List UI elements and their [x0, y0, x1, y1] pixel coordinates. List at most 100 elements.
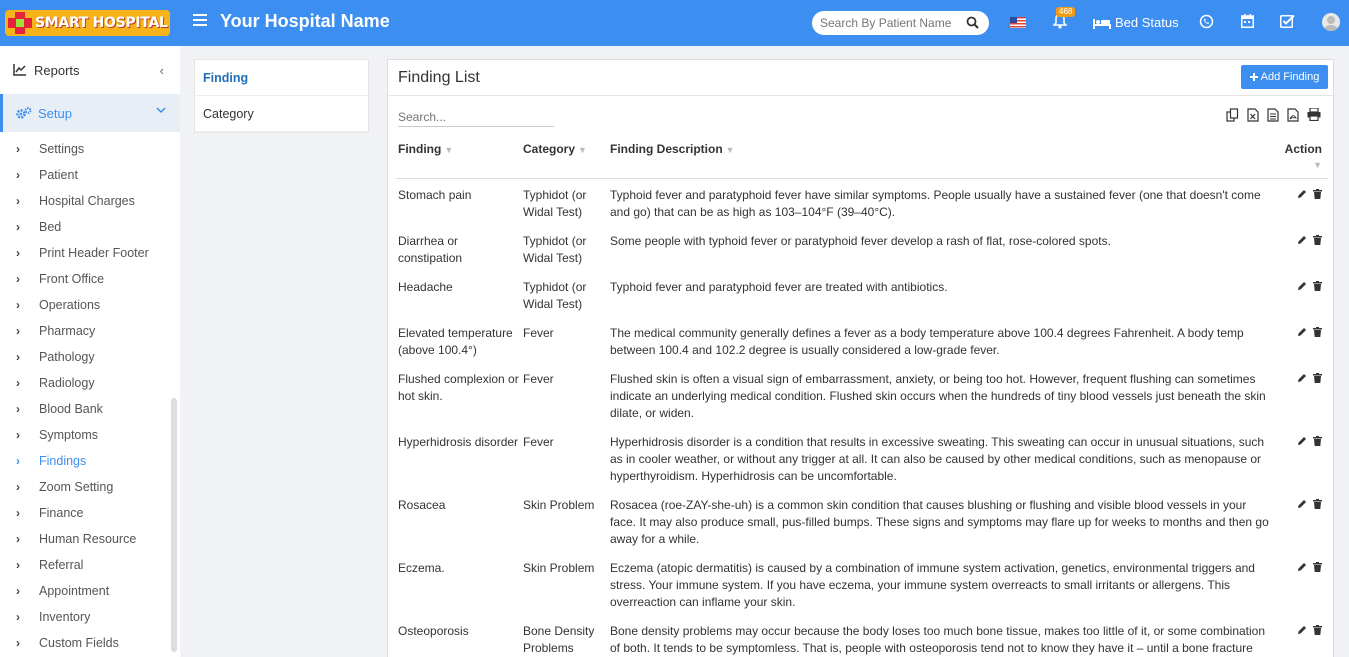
edit-pencil-icon[interactable] [1297, 499, 1307, 509]
table-search-input[interactable] [398, 108, 554, 127]
task-check-icon[interactable] [1280, 14, 1295, 28]
sidebar-item-referral[interactable]: › Referral [0, 552, 180, 578]
sidebar-item-inventory[interactable]: › Inventory [0, 604, 180, 630]
edit-pencil-icon[interactable] [1297, 189, 1307, 199]
cell-category: Skin Problem [523, 497, 595, 512]
sidebar-item-label: Pathology [39, 350, 95, 364]
delete-trash-icon[interactable] [1313, 326, 1322, 337]
delete-trash-icon[interactable] [1313, 435, 1322, 446]
column-header-action[interactable]: Action ▼ [1272, 136, 1328, 179]
finding-subnav: Finding Category [194, 59, 369, 133]
table-row: Flushed complexion or hot skin. Fever Flus… [396, 363, 1328, 426]
cell-finding: Headache [398, 279, 453, 294]
column-header-finding[interactable]: Finding ▼ [396, 136, 521, 179]
app-logo[interactable]: SMART HOSPITAL [5, 10, 170, 36]
cell-category: Bone Density Problems [523, 623, 595, 655]
sidebar-item-label: Appointment [39, 584, 110, 598]
sidebar-item-label: Findings [39, 454, 87, 468]
sidebar-item-zoom-setting[interactable]: › Zoom Setting [0, 474, 180, 500]
sidebar-item-label: Custom Fields [39, 636, 119, 650]
sidebar-item-human-resource[interactable]: › Human Resource [0, 526, 180, 552]
csv-icon[interactable] [1267, 108, 1279, 122]
cell-finding: Elevated temperature (above 100.4°) [398, 325, 513, 357]
sort-icon: ▼ [578, 145, 587, 155]
chevron-right-icon: › [16, 168, 20, 182]
cell-category: Fever [523, 434, 554, 449]
add-finding-button[interactable]: Add Finding [1241, 65, 1328, 89]
sidebar-item-findings[interactable]: › Findings [0, 448, 180, 474]
sidebar-item-hospital-charges[interactable]: › Hospital Charges [0, 188, 180, 214]
sidebar-item-operations[interactable]: › Operations [0, 292, 180, 318]
pdf-icon[interactable] [1287, 108, 1299, 122]
cell-description: Typhoid fever and paratyphoid fever have… [610, 187, 1261, 219]
edit-pencil-icon[interactable] [1297, 235, 1307, 245]
sidebar-item-symptoms[interactable]: › Symptoms [0, 422, 180, 448]
hamburger-menu-icon[interactable] [193, 14, 207, 28]
cell-finding: Flushed complexion or hot skin. [398, 371, 519, 403]
edit-pencil-icon[interactable] [1297, 373, 1307, 383]
delete-trash-icon[interactable] [1313, 498, 1322, 509]
sidebar-item-blood-bank[interactable]: › Blood Bank [0, 396, 180, 422]
whatsapp-icon[interactable] [1199, 14, 1214, 29]
excel-icon[interactable] [1247, 108, 1259, 122]
table-row: Hyperhidrosis disorder Fever Hyperhidrosis… [396, 426, 1328, 489]
sidebar-item-reports[interactable]: Reports ‹ [0, 46, 180, 94]
edit-pencil-icon[interactable] [1297, 562, 1307, 572]
user-avatar[interactable] [1322, 13, 1340, 31]
hospital-name: Your Hospital Name [220, 11, 390, 31]
sidebar-item-front-office[interactable]: › Front Office [0, 266, 180, 292]
bed-status-link[interactable]: Bed Status [1093, 15, 1179, 30]
sidebar-item-label: Zoom Setting [39, 480, 114, 494]
sidebar-item-settings[interactable]: › Settings [0, 136, 180, 162]
search-icon[interactable] [966, 16, 979, 29]
chevron-right-icon: › [16, 220, 20, 234]
delete-trash-icon[interactable] [1313, 372, 1322, 383]
bed-status-label: Bed Status [1115, 15, 1179, 30]
sidebar-item-finance[interactable]: › Finance [0, 500, 180, 526]
sidebar-item-pharmacy[interactable]: › Pharmacy [0, 318, 180, 344]
column-header-label: Finding Description [610, 142, 723, 156]
edit-pencil-icon[interactable] [1297, 625, 1307, 635]
table-body: Stomach pain Typhidot (or Widal Test) Typh… [396, 178, 1328, 657]
delete-trash-icon[interactable] [1313, 624, 1322, 635]
column-header-category[interactable]: Category ▼ [521, 136, 608, 179]
print-icon[interactable] [1307, 108, 1321, 121]
sidebar-item-patient[interactable]: › Patient [0, 162, 180, 188]
sidebar-item-pathology[interactable]: › Pathology [0, 344, 180, 370]
bed-icon [1093, 18, 1111, 29]
copy-icon[interactable] [1226, 108, 1239, 122]
table-row: Elevated temperature (above 100.4°) Fever… [396, 317, 1328, 363]
cell-category: Typhidot (or Widal Test) [523, 279, 587, 311]
column-header-description[interactable]: Finding Description ▼ [608, 136, 1272, 179]
delete-trash-icon[interactable] [1313, 188, 1322, 199]
edit-pencil-icon[interactable] [1297, 327, 1307, 337]
sidebar-item-label: Front Office [39, 272, 105, 286]
sidebar-item-radiology[interactable]: › Radiology [0, 370, 180, 396]
chevron-right-icon: › [16, 428, 20, 442]
sidebar-item-label: Operations [39, 298, 101, 312]
sidebar-item-appointment[interactable]: › Appointment [0, 578, 180, 604]
sidebar-item-setup[interactable]: Setup [0, 94, 180, 132]
sidebar-item-bed[interactable]: › Bed [0, 214, 180, 240]
edit-pencil-icon[interactable] [1297, 436, 1307, 446]
delete-trash-icon[interactable] [1313, 280, 1322, 291]
sidebar-item-print-header-footer[interactable]: › Print Header Footer [0, 240, 180, 266]
chevron-right-icon: › [16, 584, 20, 598]
sidebar-item-label: Print Header Footer [39, 246, 149, 260]
sidebar-scrollbar[interactable] [171, 398, 177, 652]
cell-action [1272, 426, 1328, 489]
sidebar-item-custom-fields[interactable]: › Custom Fields [0, 630, 180, 656]
cell-category: Typhidot (or Widal Test) [523, 233, 587, 265]
subnav-finding[interactable]: Finding [195, 60, 368, 96]
edit-pencil-icon[interactable] [1297, 281, 1307, 291]
sort-icon: ▼ [444, 145, 454, 155]
patient-search-input[interactable] [820, 16, 960, 30]
logo-text: SMART HOSPITAL [35, 15, 168, 31]
calendar-icon[interactable] [1241, 14, 1254, 28]
delete-trash-icon[interactable] [1313, 561, 1322, 572]
subnav-category[interactable]: Category [195, 96, 368, 132]
line-chart-icon [13, 64, 26, 76]
delete-trash-icon[interactable] [1313, 234, 1322, 245]
us-flag-icon[interactable] [1010, 17, 1026, 28]
sidebar-item-label: Referral [39, 558, 84, 572]
